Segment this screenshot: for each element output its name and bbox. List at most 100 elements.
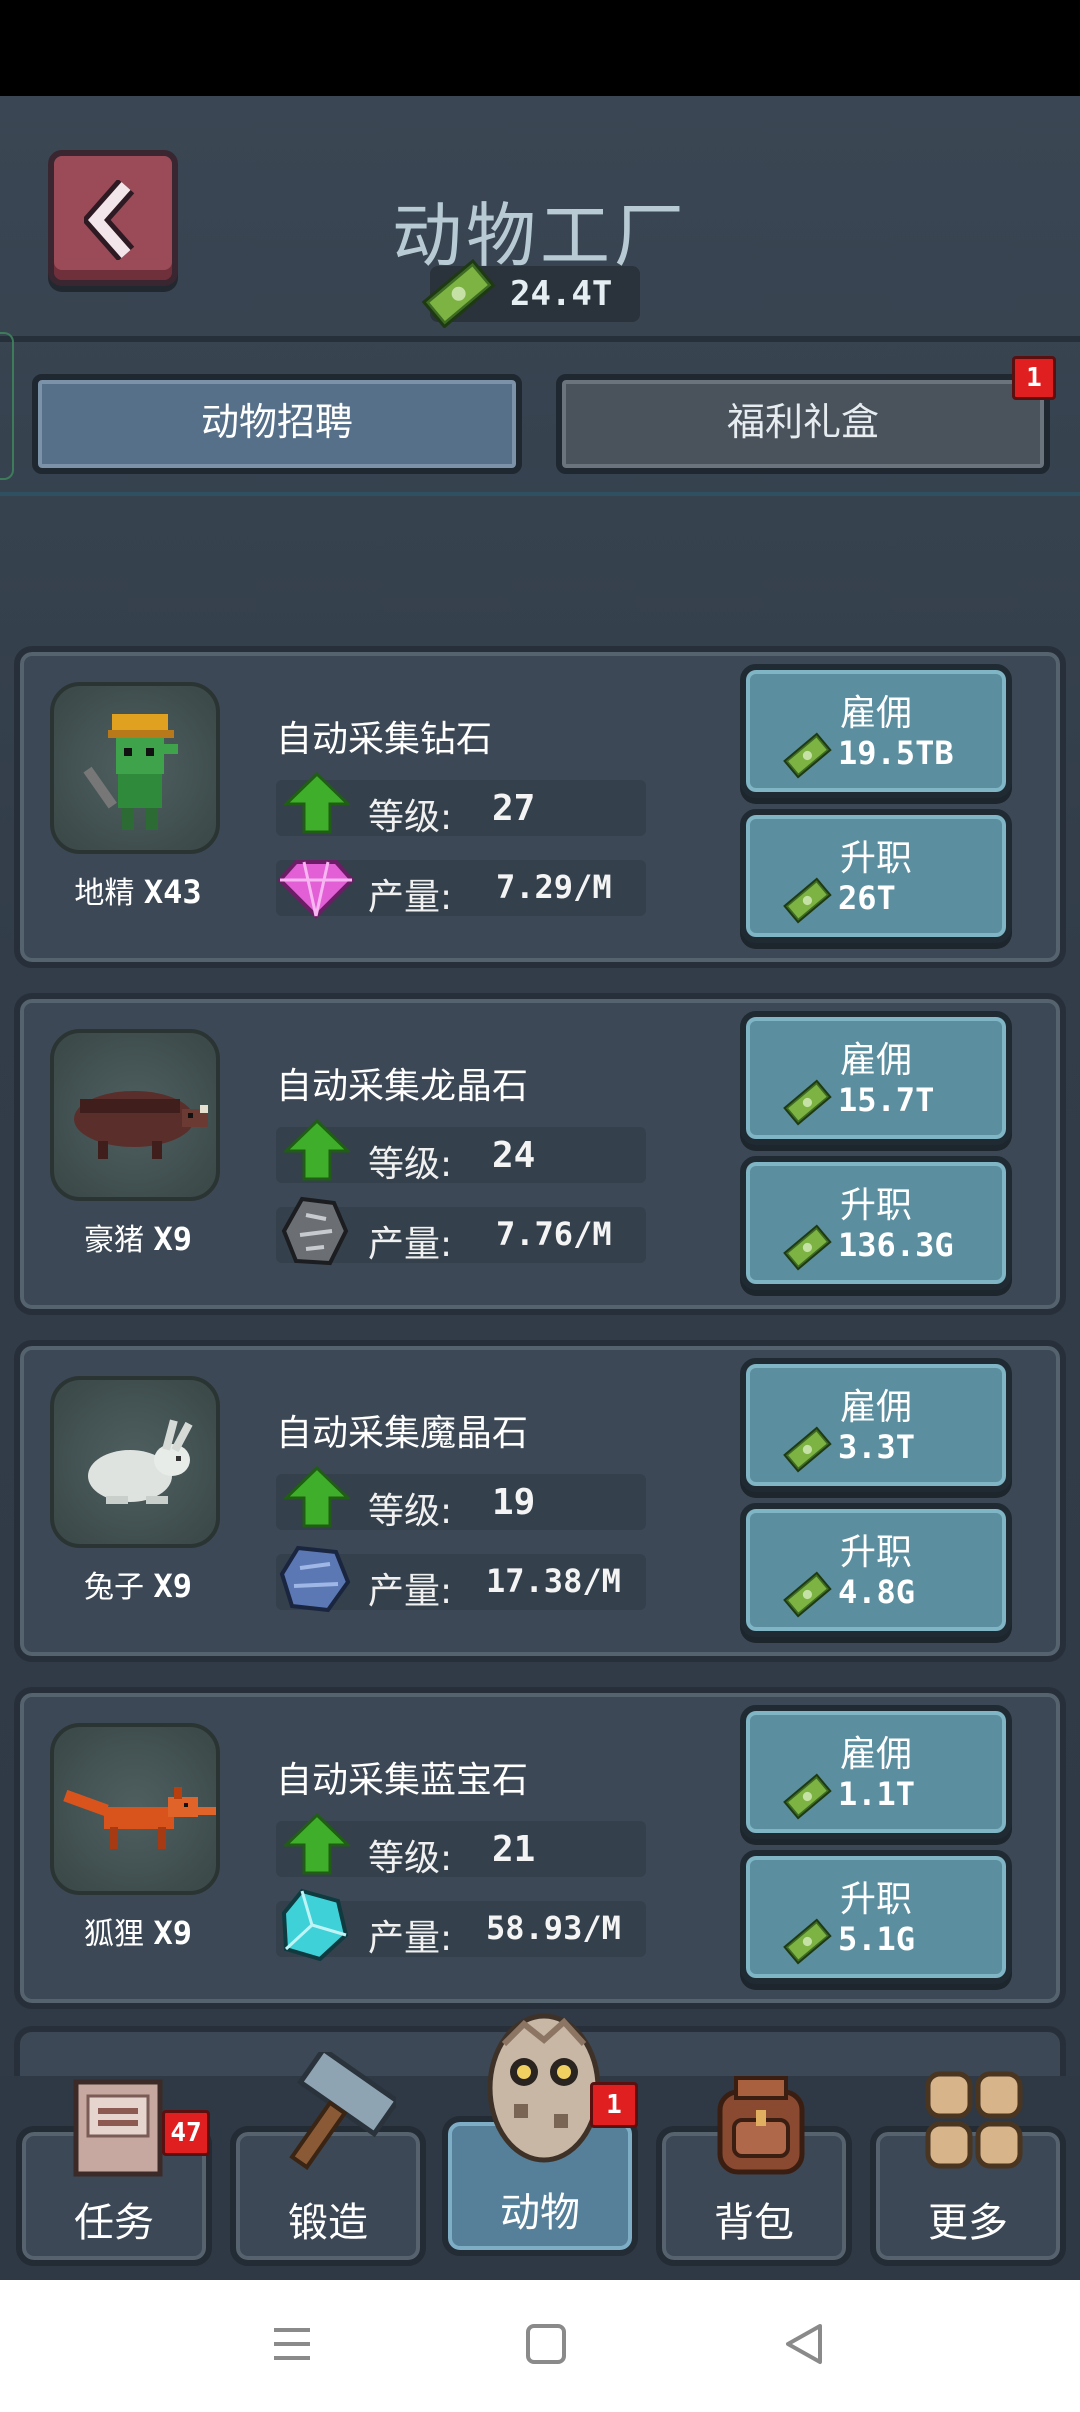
output-label: 产量: — [368, 877, 453, 918]
currency-display: 24.4T — [421, 258, 640, 328]
tab-gift-label: 福利礼盒 — [726, 400, 879, 444]
promote-label: 升职 — [839, 838, 912, 879]
nav-backpack[interactable]: 背包 — [656, 2076, 852, 2266]
nav-more-label: 更多 — [928, 2200, 1008, 2246]
output-row: 产量: 7.76/M — [276, 1196, 646, 1266]
animal-portrait — [50, 1376, 220, 1548]
notification-badge: 1 — [590, 2082, 638, 2128]
hire-cost: 15.7T — [838, 1081, 935, 1119]
rabbit-icon — [88, 1419, 193, 1504]
animal-name: 地精 X43 — [38, 868, 238, 912]
system-nav-bar — [0, 2280, 1080, 2412]
header: 动物工厂 24.4T — [0, 96, 1080, 342]
notification-badge: 47 — [162, 2110, 210, 2156]
task-label: 自动采集龙晶石 — [276, 1066, 529, 1107]
output-value: 58.93/M — [486, 1909, 621, 1947]
animal-name: 狐狸 X9 — [38, 1909, 238, 1953]
animal-name-text: 兔子 — [83, 1570, 144, 1605]
tab-recruit-label: 动物招聘 — [200, 400, 353, 444]
hire-button[interactable]: 雇佣 1.1T — [740, 1705, 1012, 1839]
tab-gift-box[interactable]: 福利礼盒 1 — [556, 356, 1056, 474]
promote-label: 升职 — [839, 1879, 912, 1920]
animal-count: X9 — [153, 1567, 193, 1605]
level-label: 等级: — [368, 797, 453, 838]
cash-icon — [421, 258, 496, 328]
level-label: 等级: — [368, 1491, 453, 1532]
animal-name: 兔子 X9 — [38, 1562, 238, 1606]
hire-button[interactable]: 雇佣 19.5TB — [740, 664, 1012, 798]
nav-forge-label: 锻造 — [288, 2200, 368, 2246]
level-value: 24 — [492, 1135, 536, 1176]
nav-animals-label: 动物 — [500, 2190, 580, 2236]
animal-count: X9 — [153, 1914, 193, 1952]
menu-icon[interactable] — [270, 2322, 314, 2366]
level-value: 27 — [492, 788, 536, 829]
promote-button[interactable]: 升职 4.8G — [740, 1503, 1012, 1637]
promote-cost: 4.8G — [838, 1573, 916, 1611]
output-row: 产量: 7.29/M — [276, 860, 646, 919]
promote-cost: 136.3G — [838, 1226, 954, 1264]
animal-card: 狐狸 X9 自动采集蓝宝石 等级: 21 产量: 58.93/M 雇佣 1.1T — [14, 1687, 1066, 2009]
animal-count: X9 — [153, 1220, 193, 1258]
nav-more[interactable]: 更多 — [870, 2071, 1066, 2266]
output-row: 产量: 58.93/M — [276, 1888, 646, 1962]
nav-backpack-label: 背包 — [714, 2200, 794, 2246]
hire-button[interactable]: 雇佣 15.7T — [740, 1011, 1012, 1145]
level-up-arrow-icon — [284, 1813, 350, 1875]
nav-tasks-label: 任务 — [74, 2200, 154, 2246]
level-label: 等级: — [368, 1144, 453, 1185]
header-divider — [0, 336, 1080, 342]
sapphire-icon — [281, 1888, 349, 1962]
promote-button[interactable]: 升职 5.1G — [740, 1850, 1012, 1984]
promote-cost: 26T — [838, 879, 896, 917]
nav-animals[interactable]: 1 动物 — [442, 2013, 638, 2256]
level-row: 等级: 21 — [276, 1813, 646, 1879]
hire-button[interactable]: 雇佣 3.3T — [740, 1358, 1012, 1492]
promote-cost: 5.1G — [838, 1920, 916, 1958]
cash-icon — [783, 877, 832, 924]
level-row: 等级: 24 — [276, 1119, 646, 1185]
tab-divider — [0, 492, 1080, 496]
promote-label: 升职 — [839, 1185, 912, 1226]
output-value: 7.29/M — [496, 868, 612, 906]
home-square-icon[interactable] — [524, 2322, 568, 2366]
animal-name-text: 狐狸 — [83, 1917, 144, 1952]
animal-name: 豪猪 X9 — [38, 1215, 238, 1259]
pink-diamond-icon — [277, 860, 355, 919]
output-row: 产量: 17.38/M — [276, 1545, 646, 1613]
goblin-icon — [83, 714, 178, 830]
task-label: 自动采集钻石 — [276, 719, 493, 760]
cash-icon — [783, 1079, 832, 1126]
animal-card: 地精 X43 自动采集钻石 等级: 27 产量: 7.29/M 雇佣 19.5T… — [14, 646, 1066, 968]
level-row: 等级: 19 — [276, 1466, 646, 1532]
output-value: 17.38/M — [486, 1562, 621, 1600]
animal-card: 兔子 X9 自动采集魔晶石 等级: 19 产量: 17.38/M 雇佣 3.3T — [14, 1340, 1066, 1662]
level-value: 19 — [492, 1482, 536, 1523]
porcupine-icon — [74, 1091, 208, 1159]
level-up-arrow-icon — [284, 1466, 350, 1528]
animal-name-text: 豪猪 — [83, 1223, 144, 1258]
cash-icon — [783, 1426, 832, 1473]
animal-name-text: 地精 — [74, 876, 135, 911]
promote-button[interactable]: 升职 26T — [740, 809, 1012, 943]
animal-portrait — [50, 1029, 220, 1201]
notification-badge: 1 — [1012, 356, 1056, 400]
nav-forge[interactable]: 锻造 — [230, 2052, 426, 2266]
cash-icon — [783, 1918, 832, 1965]
magic-crystal-icon — [279, 1545, 351, 1613]
level-up-arrow-icon — [284, 1119, 350, 1181]
promote-button[interactable]: 升职 136.3G — [740, 1156, 1012, 1290]
hire-label: 雇佣 — [839, 1734, 912, 1775]
fox-icon — [63, 1787, 216, 1849]
promote-label: 升职 — [839, 1532, 912, 1573]
back-triangle-icon[interactable] — [782, 2322, 826, 2366]
tab-recruit[interactable]: 动物招聘 — [32, 374, 522, 474]
animal-card: 豪猪 X9 自动采集龙晶石 等级: 24 产量: 7.76/M 雇佣 15.7T — [14, 993, 1066, 1315]
output-label: 产量: — [368, 1918, 453, 1959]
nav-tasks[interactable]: 47 任务 — [16, 2079, 212, 2266]
backpack-icon — [717, 2076, 805, 2175]
hire-label: 雇佣 — [839, 1387, 912, 1428]
grid-more-icon — [925, 2071, 1023, 2169]
owl-egg-icon — [487, 2013, 601, 2163]
animal-portrait — [50, 1723, 220, 1895]
